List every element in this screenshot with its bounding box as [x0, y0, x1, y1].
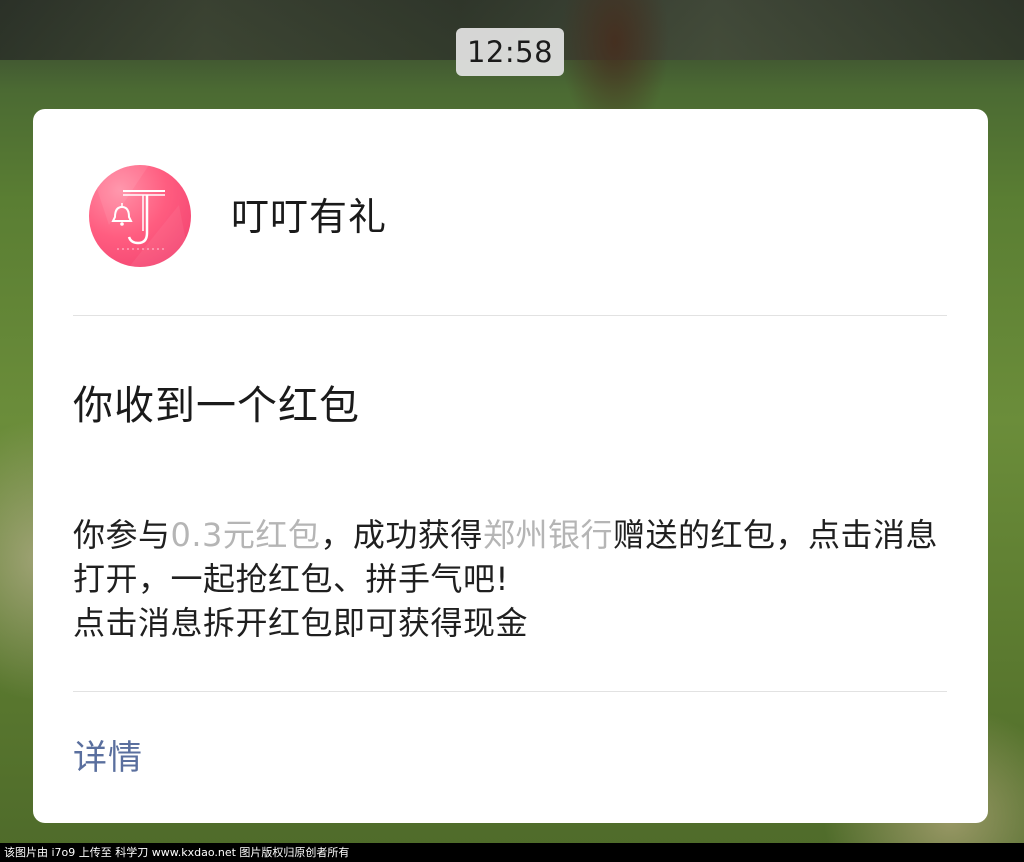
lock-screen: 12:58 叮叮有礼 你收到一个红包 你参与0.3元红包，成功获得郑州银行赠送的… — [0, 0, 1024, 862]
red-packet-amount: 0.3元红包 — [170, 516, 321, 554]
footer-divider — [73, 691, 947, 692]
watermark-strip: 该图片由 i7o9 上传至 科学刀 www.kxdao.net 图片版权归原创者… — [0, 843, 1024, 862]
notification-card[interactable]: 叮叮有礼 你收到一个红包 你参与0.3元红包，成功获得郑州银行赠送的红包，点击消… — [33, 109, 988, 823]
app-name: 叮叮有礼 — [231, 195, 388, 239]
details-link[interactable]: 详情 — [73, 735, 143, 781]
body-text-segment: 你参与 — [73, 516, 171, 554]
notification-body: 你参与0.3元红包，成功获得郑州银行赠送的红包，点击消息打开，一起抢红包、拼手气… — [73, 513, 953, 645]
time-display: 12:58 — [456, 28, 564, 76]
body-text-line: 点击消息拆开红包即可获得现金 — [73, 604, 529, 642]
bell-j-logo-icon — [89, 165, 191, 267]
bank-name: 郑州银行 — [482, 516, 613, 554]
header-divider — [73, 315, 947, 316]
notification-title: 你收到一个红包 — [73, 383, 360, 429]
notification-header: 叮叮有礼 — [33, 109, 988, 315]
body-text-segment: ，成功获得 — [320, 516, 483, 554]
